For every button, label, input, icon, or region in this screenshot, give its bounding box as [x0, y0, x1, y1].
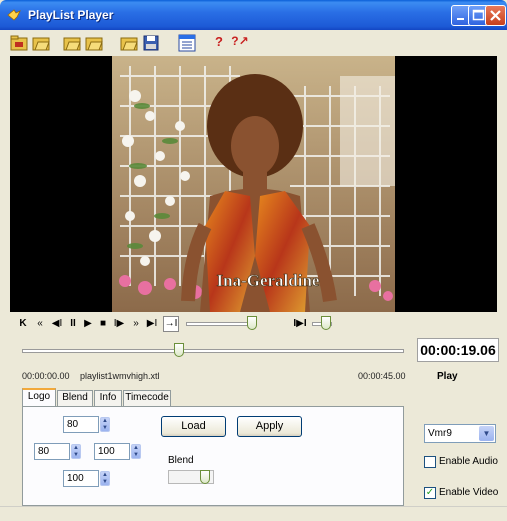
toolbar: ? ?↗: [0, 30, 507, 56]
video-display[interactable]: Ina-Geraldine: [10, 56, 497, 312]
skip-to-start-icon[interactable]: K: [18, 317, 28, 331]
end-time-label: 00:00:45.00: [358, 371, 406, 381]
blend-slider-thumb[interactable]: [199, 470, 210, 484]
status-bar: [0, 506, 507, 521]
play-icon[interactable]: ▶: [83, 317, 93, 331]
help-context-icon[interactable]: ?↗: [230, 34, 250, 52]
volume-icon: I▶I: [293, 318, 307, 329]
playlist-player-window: PlayList Player ? ?↗ Ina-Geraldine K « ◀…: [0, 0, 507, 521]
rewind-icon[interactable]: «: [34, 317, 46, 331]
apply-button[interactable]: Apply: [237, 416, 302, 437]
filename-label: playlist1wmvhigh.xtl: [80, 371, 160, 381]
loop-icon[interactable]: →I: [163, 316, 179, 332]
video-caption: Ina-Geraldine: [217, 271, 320, 290]
list-icon[interactable]: [178, 34, 196, 52]
window-title: PlayList Player: [28, 8, 114, 22]
logo-bottom-spinner[interactable]: ▲ ▼: [100, 471, 110, 486]
enable-video-checkbox[interactable]: ✓: [424, 487, 436, 499]
close-icon: [490, 10, 501, 21]
video-frame: Ina-Geraldine: [112, 56, 395, 312]
blend-label: Blend: [168, 455, 194, 466]
pause-icon[interactable]: II: [68, 317, 78, 331]
folder-open-icon[interactable]: [120, 34, 138, 52]
load-button[interactable]: Load: [161, 416, 226, 437]
tab-info[interactable]: Info: [94, 390, 122, 406]
logo-left-field[interactable]: 80: [34, 443, 70, 460]
tab-blend[interactable]: Blend: [57, 390, 93, 406]
folder-open-icon[interactable]: [85, 34, 103, 52]
position-slider-track[interactable]: [22, 349, 404, 353]
folder-open-icon[interactable]: [32, 34, 50, 52]
play-status-label: Play: [437, 371, 458, 382]
enable-video-label: Enable Video: [439, 487, 499, 498]
folder-open-icon[interactable]: [10, 34, 28, 52]
enable-audio-checkbox[interactable]: [424, 456, 436, 468]
speed-slider-track[interactable]: [186, 322, 256, 326]
logo-right-spinner[interactable]: ▲ ▼: [131, 444, 141, 459]
step-forward-icon[interactable]: I▶: [112, 317, 126, 331]
logo-top-field[interactable]: 80: [63, 416, 99, 433]
app-icon: [7, 9, 21, 21]
current-time-display: 00:00:19.06: [417, 338, 499, 362]
logo-top-spinner[interactable]: ▲ ▼: [100, 417, 110, 432]
title-bar[interactable]: PlayList Player: [0, 0, 507, 30]
stop-icon[interactable]: ■: [98, 317, 108, 331]
logo-bottom-field[interactable]: 100: [63, 470, 99, 487]
position-slider-thumb[interactable]: [173, 343, 184, 357]
tab-logo[interactable]: Logo: [22, 388, 56, 406]
skip-to-end-icon[interactable]: ▶I: [146, 317, 158, 331]
tab-timecode[interactable]: Timecode: [123, 390, 171, 406]
volume-slider-thumb[interactable]: [321, 316, 331, 330]
chevron-down-icon[interactable]: ▼: [479, 426, 494, 441]
renderer-select-value: Vmr9: [428, 428, 452, 439]
renderer-select[interactable]: Vmr9 ▼: [424, 424, 496, 443]
folder-open-icon[interactable]: [63, 34, 81, 52]
enable-audio-label: Enable Audio: [439, 456, 498, 467]
transport-controls: K « ◀I II ▶ ■ I▶ » ▶I →I I▶I: [10, 313, 497, 335]
start-time-label: 00:00:00.00: [22, 371, 70, 381]
logo-right-field[interactable]: 100: [94, 443, 130, 460]
speed-slider-thumb[interactable]: [247, 316, 257, 330]
help-icon[interactable]: ?: [210, 34, 228, 52]
logo-left-spinner[interactable]: ▲ ▼: [71, 444, 81, 459]
fast-forward-icon[interactable]: »: [130, 317, 142, 331]
step-back-icon[interactable]: ◀I: [50, 317, 64, 331]
close-button[interactable]: [485, 5, 506, 26]
save-icon[interactable]: [142, 34, 160, 52]
